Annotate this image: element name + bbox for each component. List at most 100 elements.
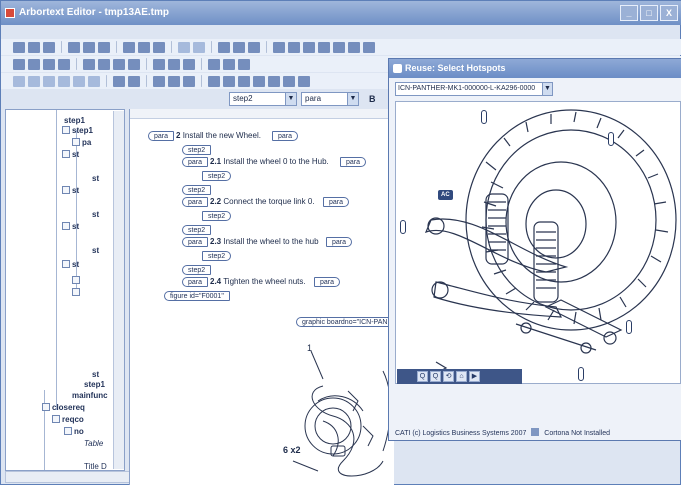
hotspot-marker[interactable] bbox=[578, 367, 584, 381]
dialog-title-bar[interactable]: Reuse: Select Hotspots bbox=[389, 59, 681, 78]
step2-start-tag[interactable]: step2 bbox=[182, 145, 212, 155]
tree-item[interactable]: step1 bbox=[62, 126, 93, 135]
entity-icon[interactable] bbox=[183, 58, 195, 70]
comment-icon[interactable] bbox=[208, 58, 220, 70]
tree-item[interactable]: no bbox=[64, 427, 84, 436]
tree-item[interactable]: step1 bbox=[84, 380, 105, 389]
preview-icon[interactable] bbox=[318, 41, 330, 53]
text-style-icon[interactable] bbox=[298, 75, 310, 87]
split-markup-icon[interactable] bbox=[248, 41, 260, 53]
hotspot-marker[interactable] bbox=[481, 110, 487, 124]
abbrev-icon[interactable] bbox=[168, 58, 180, 70]
minimize-button[interactable]: _ bbox=[620, 5, 638, 21]
outdent-icon[interactable] bbox=[98, 58, 110, 70]
rule-icon[interactable] bbox=[168, 75, 180, 87]
step2-end-tag[interactable]: step2 bbox=[202, 211, 232, 221]
maximize-button[interactable]: □ bbox=[640, 5, 658, 21]
tree-scrollbar[interactable] bbox=[113, 111, 124, 469]
bold-button[interactable]: B bbox=[369, 94, 376, 104]
fork-icon[interactable] bbox=[88, 75, 100, 87]
figure-start-tag[interactable]: figure id="F0001" bbox=[164, 291, 230, 301]
tree-item[interactable]: st bbox=[92, 246, 99, 255]
para-start-tag[interactable]: para bbox=[182, 237, 209, 247]
panel-icon[interactable] bbox=[363, 41, 375, 53]
chevron-down-icon[interactable]: ▼ bbox=[285, 93, 296, 105]
para-start-tag[interactable]: para bbox=[182, 157, 209, 167]
layout-icon[interactable] bbox=[333, 41, 345, 53]
tree-item[interactable]: st bbox=[92, 174, 99, 183]
tree-item[interactable]: st bbox=[62, 222, 79, 231]
color-icon[interactable] bbox=[223, 58, 235, 70]
symbol-icon[interactable] bbox=[303, 41, 315, 53]
tree-item[interactable]: closereq bbox=[42, 403, 85, 412]
tree-item[interactable]: Title D bbox=[84, 462, 107, 470]
save-icon[interactable] bbox=[43, 41, 55, 53]
expand-icon[interactable] bbox=[268, 75, 280, 87]
window-icon[interactable] bbox=[348, 41, 360, 53]
element-combo[interactable]: para ▼ bbox=[301, 92, 359, 106]
tree-item[interactable]: Table bbox=[84, 439, 103, 448]
split-icon[interactable] bbox=[73, 75, 85, 87]
frame-icon[interactable] bbox=[153, 75, 165, 87]
para-start-tag[interactable]: para bbox=[182, 277, 209, 287]
paste-icon[interactable] bbox=[153, 41, 165, 53]
open-icon[interactable] bbox=[28, 41, 40, 53]
border-icon[interactable] bbox=[183, 75, 195, 87]
redo-icon[interactable] bbox=[193, 41, 205, 53]
para-end-tag[interactable]: para bbox=[323, 197, 350, 207]
spellcheck-icon[interactable] bbox=[98, 41, 110, 53]
align-right-icon[interactable] bbox=[128, 75, 140, 87]
close-button[interactable]: X bbox=[660, 5, 678, 21]
table-props-icon[interactable] bbox=[253, 75, 265, 87]
step2-start-tag[interactable]: step2 bbox=[182, 185, 212, 195]
merge-icon[interactable] bbox=[58, 75, 70, 87]
cell-icon[interactable] bbox=[13, 75, 25, 87]
graphic-select[interactable]: ICN-PANTHER-MK1-000000-L-KA296-0000 ▼ bbox=[395, 82, 553, 96]
tag-icon[interactable] bbox=[13, 58, 25, 70]
copy-icon[interactable] bbox=[138, 41, 150, 53]
globe-icon[interactable] bbox=[238, 58, 250, 70]
reuse-dialog[interactable]: Reuse: Select Hotspots ICN-PANTHER-MK1-0… bbox=[388, 58, 681, 441]
graphic-start-tag[interactable]: graphic boardno="ICN-PAN bbox=[296, 317, 394, 327]
hotspot-viewer[interactable]: AC bbox=[395, 101, 681, 384]
grid-icon[interactable] bbox=[223, 75, 235, 87]
new-icon[interactable] bbox=[13, 41, 25, 53]
collapse-icon[interactable] bbox=[62, 126, 70, 134]
tree-item[interactable]: st bbox=[92, 370, 99, 379]
para-end-tag[interactable]: para bbox=[340, 157, 367, 167]
track-changes-icon[interactable] bbox=[28, 58, 40, 70]
tree-item[interactable] bbox=[72, 288, 82, 297]
font-icon[interactable] bbox=[283, 75, 295, 87]
play-icon[interactable]: ▶ bbox=[469, 371, 480, 382]
link-icon[interactable] bbox=[113, 58, 125, 70]
para-start-tag[interactable]: para bbox=[148, 131, 175, 141]
shade-icon[interactable] bbox=[208, 75, 220, 87]
hotspot-marker[interactable] bbox=[608, 132, 614, 146]
tree-item[interactable]: st bbox=[62, 260, 79, 269]
undo-icon[interactable] bbox=[178, 41, 190, 53]
collapse-icon[interactable] bbox=[62, 222, 70, 230]
hotspot-marker[interactable] bbox=[626, 320, 632, 334]
chevron-down-icon[interactable]: ▼ bbox=[347, 93, 358, 105]
collapse-icon[interactable] bbox=[52, 415, 60, 423]
collapse-icon[interactable] bbox=[42, 403, 50, 411]
step2-end-tag[interactable]: step2 bbox=[202, 171, 232, 181]
indent-icon[interactable] bbox=[83, 58, 95, 70]
step2-start-tag[interactable]: step2 bbox=[182, 225, 212, 235]
tree-item[interactable]: reqco bbox=[52, 415, 84, 424]
para-end-tag[interactable]: para bbox=[326, 237, 353, 247]
change-markup-icon[interactable] bbox=[233, 41, 245, 53]
delete-icon[interactable] bbox=[128, 58, 140, 70]
hotspot-marker[interactable] bbox=[400, 220, 406, 234]
zoom-out-icon[interactable]: Q bbox=[430, 371, 441, 382]
home-icon[interactable]: ⌂ bbox=[456, 371, 467, 382]
print-icon[interactable] bbox=[68, 41, 80, 53]
cut-icon[interactable] bbox=[123, 41, 135, 53]
tree-item[interactable]: step1 bbox=[64, 116, 85, 125]
step2-start-tag[interactable]: step2 bbox=[182, 265, 212, 275]
cells-icon[interactable] bbox=[238, 75, 250, 87]
para-start-tag[interactable]: para bbox=[182, 197, 209, 207]
rotate-icon[interactable]: ⟲ bbox=[443, 371, 454, 382]
zoom-in-icon[interactable]: Q bbox=[417, 371, 428, 382]
collapse-icon[interactable] bbox=[62, 186, 70, 194]
